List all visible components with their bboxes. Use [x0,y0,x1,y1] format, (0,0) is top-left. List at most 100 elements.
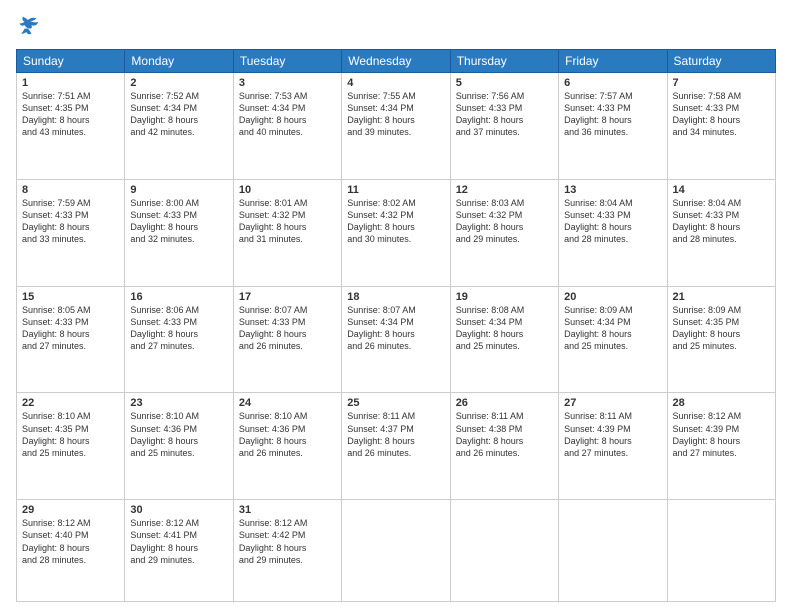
cell-content: Sunrise: 7:53 AMSunset: 4:34 PMDaylight:… [239,90,336,139]
empty-cell [667,500,775,602]
cell-content: Sunrise: 8:12 AMSunset: 4:39 PMDaylight:… [673,410,770,459]
day-number: 14 [673,184,770,196]
day-cell-27: 27Sunrise: 8:11 AMSunset: 4:39 PMDayligh… [559,393,667,500]
cell-content: Sunrise: 8:10 AMSunset: 4:36 PMDaylight:… [130,410,227,459]
weekday-header-wednesday: Wednesday [342,50,450,73]
day-cell-1: 1Sunrise: 7:51 AMSunset: 4:35 PMDaylight… [17,73,125,180]
cell-content: Sunrise: 7:56 AMSunset: 4:33 PMDaylight:… [456,90,553,139]
cell-content: Sunrise: 8:05 AMSunset: 4:33 PMDaylight:… [22,304,119,353]
day-number: 2 [130,77,227,89]
cell-content: Sunrise: 7:57 AMSunset: 4:33 PMDaylight:… [564,90,661,139]
day-number: 7 [673,77,770,89]
day-cell-24: 24Sunrise: 8:10 AMSunset: 4:36 PMDayligh… [233,393,341,500]
day-number: 26 [456,397,553,409]
day-cell-31: 31Sunrise: 8:12 AMSunset: 4:42 PMDayligh… [233,500,341,602]
week-row-5: 29Sunrise: 8:12 AMSunset: 4:40 PMDayligh… [17,500,776,602]
day-number: 5 [456,77,553,89]
cell-content: Sunrise: 8:10 AMSunset: 4:36 PMDaylight:… [239,410,336,459]
cell-content: Sunrise: 7:55 AMSunset: 4:34 PMDaylight:… [347,90,444,139]
day-cell-4: 4Sunrise: 7:55 AMSunset: 4:34 PMDaylight… [342,73,450,180]
day-cell-23: 23Sunrise: 8:10 AMSunset: 4:36 PMDayligh… [125,393,233,500]
day-cell-15: 15Sunrise: 8:05 AMSunset: 4:33 PMDayligh… [17,286,125,393]
day-cell-8: 8Sunrise: 7:59 AMSunset: 4:33 PMDaylight… [17,179,125,286]
day-cell-12: 12Sunrise: 8:03 AMSunset: 4:32 PMDayligh… [450,179,558,286]
cell-content: Sunrise: 8:11 AMSunset: 4:39 PMDaylight:… [564,410,661,459]
day-cell-10: 10Sunrise: 8:01 AMSunset: 4:32 PMDayligh… [233,179,341,286]
cell-content: Sunrise: 8:11 AMSunset: 4:37 PMDaylight:… [347,410,444,459]
day-number: 27 [564,397,661,409]
day-cell-19: 19Sunrise: 8:08 AMSunset: 4:34 PMDayligh… [450,286,558,393]
cell-content: Sunrise: 8:11 AMSunset: 4:38 PMDaylight:… [456,410,553,459]
day-number: 9 [130,184,227,196]
weekday-header-tuesday: Tuesday [233,50,341,73]
logo-bird-icon [16,16,40,36]
day-number: 17 [239,291,336,303]
day-cell-20: 20Sunrise: 8:09 AMSunset: 4:34 PMDayligh… [559,286,667,393]
cell-content: Sunrise: 8:01 AMSunset: 4:32 PMDaylight:… [239,197,336,246]
week-row-3: 15Sunrise: 8:05 AMSunset: 4:33 PMDayligh… [17,286,776,393]
cell-content: Sunrise: 8:12 AMSunset: 4:40 PMDaylight:… [22,517,119,566]
day-cell-28: 28Sunrise: 8:12 AMSunset: 4:39 PMDayligh… [667,393,775,500]
day-number: 18 [347,291,444,303]
day-number: 13 [564,184,661,196]
cell-content: Sunrise: 8:02 AMSunset: 4:32 PMDaylight:… [347,197,444,246]
cell-content: Sunrise: 8:09 AMSunset: 4:35 PMDaylight:… [673,304,770,353]
day-number: 3 [239,77,336,89]
cell-content: Sunrise: 8:03 AMSunset: 4:32 PMDaylight:… [456,197,553,246]
cell-content: Sunrise: 8:04 AMSunset: 4:33 PMDaylight:… [673,197,770,246]
cell-content: Sunrise: 8:12 AMSunset: 4:41 PMDaylight:… [130,517,227,566]
day-number: 20 [564,291,661,303]
weekday-header-row: SundayMondayTuesdayWednesdayThursdayFrid… [17,50,776,73]
day-number: 28 [673,397,770,409]
day-number: 6 [564,77,661,89]
cell-content: Sunrise: 8:09 AMSunset: 4:34 PMDaylight:… [564,304,661,353]
cell-content: Sunrise: 8:10 AMSunset: 4:35 PMDaylight:… [22,410,119,459]
cell-content: Sunrise: 8:07 AMSunset: 4:33 PMDaylight:… [239,304,336,353]
weekday-header-monday: Monday [125,50,233,73]
day-number: 8 [22,184,119,196]
cell-content: Sunrise: 7:58 AMSunset: 4:33 PMDaylight:… [673,90,770,139]
cell-content: Sunrise: 8:08 AMSunset: 4:34 PMDaylight:… [456,304,553,353]
day-number: 24 [239,397,336,409]
day-cell-14: 14Sunrise: 8:04 AMSunset: 4:33 PMDayligh… [667,179,775,286]
weekday-header-sunday: Sunday [17,50,125,73]
day-cell-5: 5Sunrise: 7:56 AMSunset: 4:33 PMDaylight… [450,73,558,180]
day-cell-18: 18Sunrise: 8:07 AMSunset: 4:34 PMDayligh… [342,286,450,393]
weekday-header-thursday: Thursday [450,50,558,73]
cell-content: Sunrise: 8:04 AMSunset: 4:33 PMDaylight:… [564,197,661,246]
day-cell-2: 2Sunrise: 7:52 AMSunset: 4:34 PMDaylight… [125,73,233,180]
day-number: 16 [130,291,227,303]
calendar-table: SundayMondayTuesdayWednesdayThursdayFrid… [16,49,776,602]
cell-content: Sunrise: 7:51 AMSunset: 4:35 PMDaylight:… [22,90,119,139]
day-cell-29: 29Sunrise: 8:12 AMSunset: 4:40 PMDayligh… [17,500,125,602]
empty-cell [559,500,667,602]
day-number: 30 [130,504,227,516]
day-number: 21 [673,291,770,303]
empty-cell [342,500,450,602]
day-cell-6: 6Sunrise: 7:57 AMSunset: 4:33 PMDaylight… [559,73,667,180]
cell-content: Sunrise: 8:07 AMSunset: 4:34 PMDaylight:… [347,304,444,353]
logo [16,16,42,41]
day-number: 19 [456,291,553,303]
cell-content: Sunrise: 7:59 AMSunset: 4:33 PMDaylight:… [22,197,119,246]
day-cell-9: 9Sunrise: 8:00 AMSunset: 4:33 PMDaylight… [125,179,233,286]
week-row-1: 1Sunrise: 7:51 AMSunset: 4:35 PMDaylight… [17,73,776,180]
weekday-header-saturday: Saturday [667,50,775,73]
week-row-2: 8Sunrise: 7:59 AMSunset: 4:33 PMDaylight… [17,179,776,286]
cell-content: Sunrise: 8:06 AMSunset: 4:33 PMDaylight:… [130,304,227,353]
day-number: 29 [22,504,119,516]
day-number: 22 [22,397,119,409]
day-cell-11: 11Sunrise: 8:02 AMSunset: 4:32 PMDayligh… [342,179,450,286]
day-cell-7: 7Sunrise: 7:58 AMSunset: 4:33 PMDaylight… [667,73,775,180]
empty-cell [450,500,558,602]
day-number: 11 [347,184,444,196]
day-cell-3: 3Sunrise: 7:53 AMSunset: 4:34 PMDaylight… [233,73,341,180]
page: SundayMondayTuesdayWednesdayThursdayFrid… [0,0,792,612]
week-row-4: 22Sunrise: 8:10 AMSunset: 4:35 PMDayligh… [17,393,776,500]
cell-content: Sunrise: 8:12 AMSunset: 4:42 PMDaylight:… [239,517,336,566]
cell-content: Sunrise: 7:52 AMSunset: 4:34 PMDaylight:… [130,90,227,139]
day-number: 10 [239,184,336,196]
day-number: 25 [347,397,444,409]
day-cell-30: 30Sunrise: 8:12 AMSunset: 4:41 PMDayligh… [125,500,233,602]
weekday-header-friday: Friday [559,50,667,73]
